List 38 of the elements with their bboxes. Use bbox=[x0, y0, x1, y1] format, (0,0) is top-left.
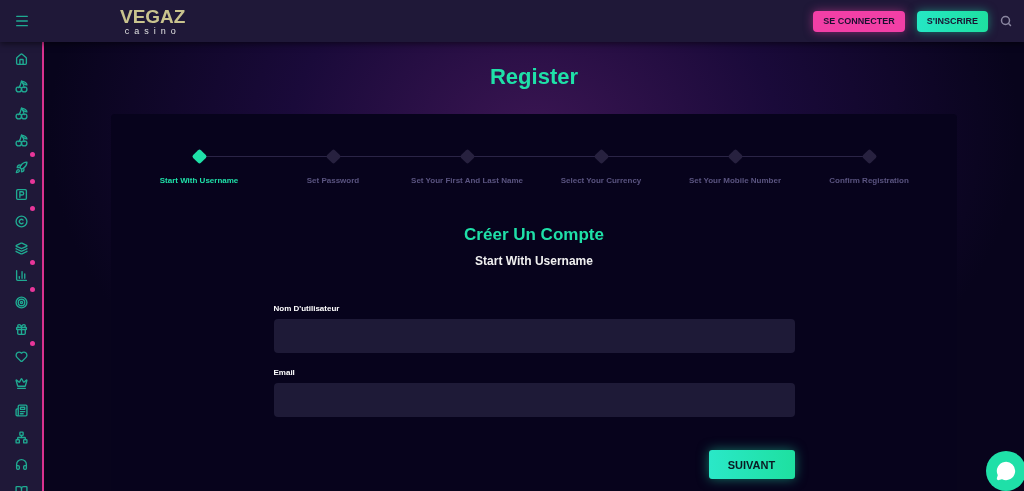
parking-icon[interactable] bbox=[14, 187, 28, 201]
search-icon[interactable] bbox=[1000, 15, 1012, 27]
form-title: Créer Un Compte bbox=[464, 225, 604, 245]
step-label: Confirm Registration bbox=[829, 176, 909, 185]
network-icon[interactable] bbox=[14, 430, 28, 444]
login-button[interactable]: SE CONNECTER bbox=[813, 10, 905, 32]
logo-text: VEGAZ bbox=[120, 6, 186, 26]
target-icon[interactable] bbox=[14, 295, 28, 309]
step-label: Set Password bbox=[306, 176, 360, 185]
step-label: Start With Username bbox=[159, 176, 239, 185]
home-icon[interactable] bbox=[14, 52, 28, 66]
newspaper-icon[interactable] bbox=[14, 403, 28, 417]
menu-icon[interactable] bbox=[14, 13, 30, 29]
field-label: Nom D'utilisateur bbox=[273, 304, 341, 313]
step-label: Select Your Currency bbox=[560, 176, 642, 185]
heart-icon[interactable] bbox=[14, 349, 28, 363]
page-title: Register bbox=[489, 64, 578, 90]
bar-chart-icon[interactable] bbox=[14, 268, 28, 282]
cherry-icon[interactable] bbox=[14, 79, 28, 93]
field-label: Email bbox=[273, 368, 296, 377]
rocket-icon[interactable] bbox=[14, 160, 28, 174]
signup-button[interactable]: S'INSCRIRE bbox=[916, 10, 988, 32]
crown-icon[interactable] bbox=[14, 376, 28, 390]
copyright-icon[interactable] bbox=[14, 214, 28, 228]
cherry-icon[interactable] bbox=[14, 133, 28, 147]
chat-icon bbox=[996, 461, 1016, 481]
next-button[interactable]: SUIVANT bbox=[708, 450, 795, 479]
step-label: Set Your Mobile Number bbox=[688, 176, 782, 185]
input-field[interactable] bbox=[273, 383, 795, 417]
cards-icon[interactable] bbox=[14, 241, 28, 255]
gift-icon[interactable] bbox=[14, 322, 28, 336]
form-subtitle: Start With Username bbox=[475, 254, 593, 268]
logo-subtitle: casino bbox=[124, 26, 181, 36]
logo[interactable]: VEGAZ casino bbox=[120, 6, 186, 36]
step-label: Set Your First And Last Name bbox=[411, 176, 523, 185]
cherry-icon[interactable] bbox=[14, 106, 28, 120]
headset-icon[interactable] bbox=[14, 457, 28, 471]
input-field[interactable] bbox=[273, 319, 795, 353]
